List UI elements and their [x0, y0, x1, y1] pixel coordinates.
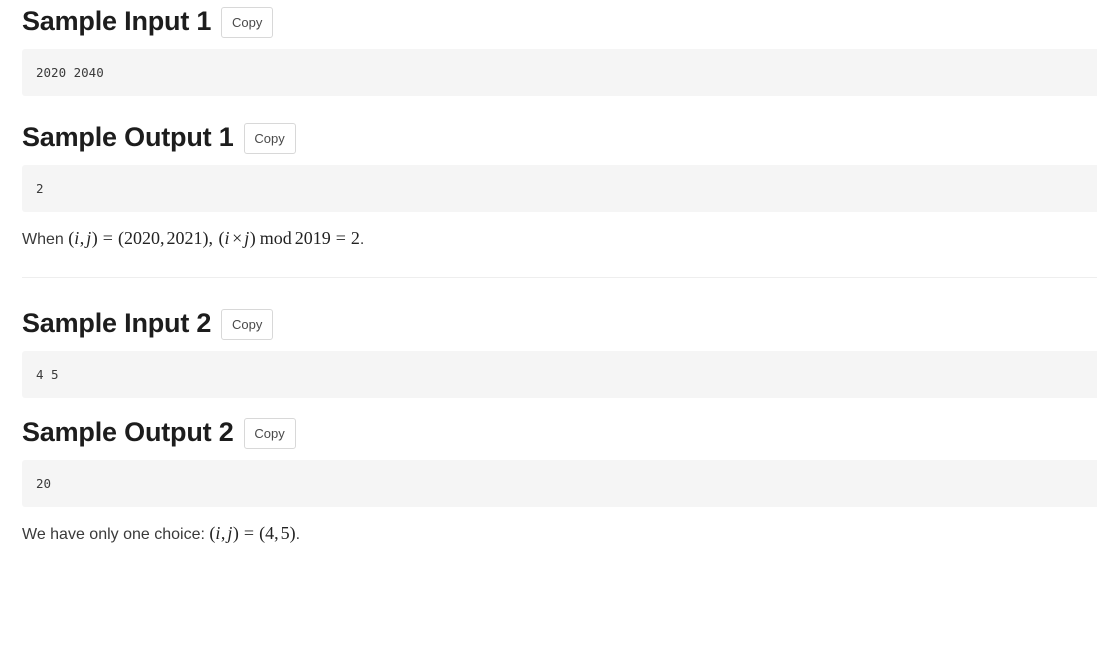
note-tail-text: .	[295, 526, 301, 543]
sample-input-2-title: Sample Input 2	[22, 308, 212, 339]
section-divider	[22, 277, 1097, 278]
sample-heading-row: Sample Input 1 Copy	[22, 0, 1097, 44]
math-expression-1: (i, j) = (2020, 2021), (i × j) mod 2019 = 2	[68, 228, 360, 248]
sample-output-2-content[interactable]: 20	[22, 460, 1097, 507]
note-lead-text: We have only one choice:	[22, 526, 210, 543]
sample-section-output-2: Sample Output 2 Copy 20 We have only one…	[22, 411, 1097, 547]
sample-heading-row: Sample Input 2 Copy	[22, 302, 1097, 346]
sample-output-2-note: We have only one choice: (i, j) = (4, 5).	[22, 521, 1097, 547]
sample-output-1-content[interactable]: 2	[22, 165, 1097, 212]
sample-heading-row: Sample Output 1 Copy	[22, 116, 1097, 160]
sample-input-1-content[interactable]: 2020 2040	[22, 49, 1097, 96]
sample-cases-page: Sample Input 1 Copy 2020 2040 Sample Out…	[0, 0, 1097, 547]
sample-input-1-title: Sample Input 1	[22, 6, 212, 37]
copy-button-sample-output-2[interactable]: Copy	[243, 417, 296, 449]
sample-output-1-note: When (i, j) = (2020, 2021), (i × j) mod 2019 = 2.	[22, 226, 1097, 252]
math-expression-2: (i, j) = (4, 5)	[209, 523, 296, 543]
sample-output-1-title: Sample Output 1	[22, 122, 234, 153]
sample-section-output-1: Sample Output 1 Copy 2 When (i, j) = (2020,…	[22, 116, 1097, 252]
sample-section-input-2: Sample Input 2 Copy 4 5	[22, 302, 1097, 398]
note-lead-text: When	[22, 231, 69, 248]
copy-button-sample-input-2[interactable]: Copy	[221, 308, 274, 340]
sample-input-2-content[interactable]: 4 5	[22, 351, 1097, 398]
sample-heading-row: Sample Output 2 Copy	[22, 411, 1097, 455]
copy-button-sample-input-1[interactable]: Copy	[221, 6, 274, 38]
note-tail-text: .	[359, 231, 365, 248]
sample-output-2-title: Sample Output 2	[22, 417, 234, 448]
copy-button-sample-output-1[interactable]: Copy	[243, 122, 296, 154]
sample-section-input-1: Sample Input 1 Copy 2020 2040	[22, 0, 1097, 96]
